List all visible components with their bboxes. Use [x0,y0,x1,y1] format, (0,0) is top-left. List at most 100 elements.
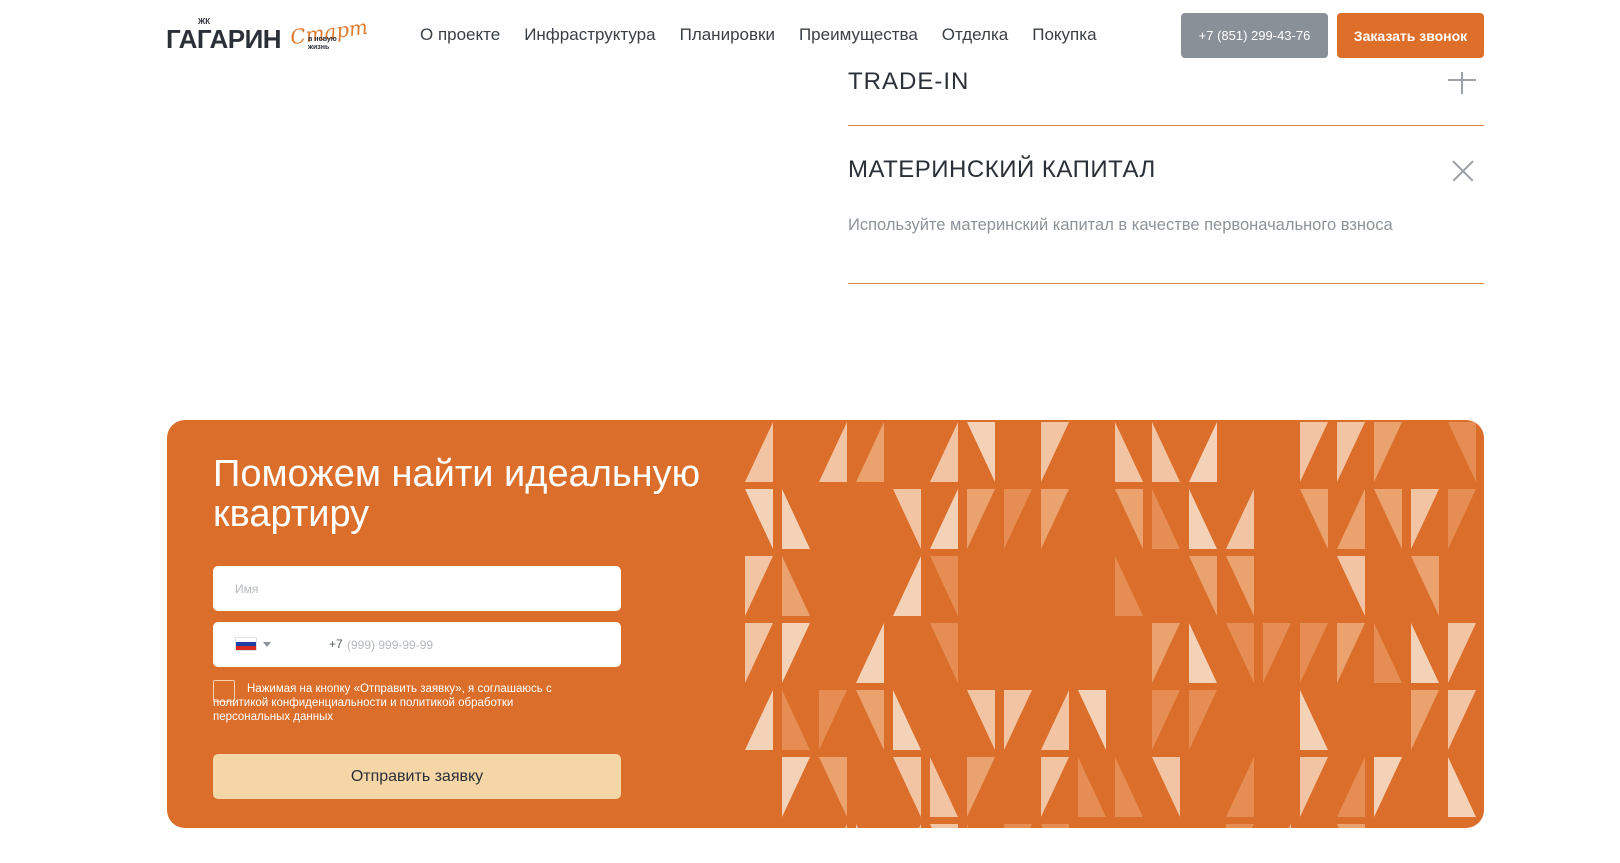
nav-item-about[interactable]: О проекте [420,25,500,45]
pattern-shape [1300,489,1328,549]
site-header: ЖК ГАГАРИН Старт в новую жизнь О проекте… [0,0,1620,72]
pattern-shape [745,623,773,683]
pattern-shape [1152,690,1180,750]
pattern-shape [930,623,958,683]
pattern-shape [1115,556,1143,616]
pattern-shape [1337,422,1365,482]
logo[interactable]: ЖК ГАГАРИН Старт в новую жизнь [166,15,369,58]
pattern-shape [1337,623,1365,683]
pattern-shape [1374,623,1402,683]
pattern-shape [1337,757,1365,817]
pattern-shape [1189,690,1217,750]
pattern-shape [1226,757,1254,817]
nav-item-finishing[interactable]: Отделка [942,25,1008,45]
pattern-shape [1152,422,1180,482]
pattern-shape [845,824,847,828]
lead-form-banner: Поможем найти идеальную квартиру +7 Нажи… [167,420,1484,828]
pattern-shape [1041,690,1069,750]
pattern-shape [1374,489,1402,549]
pattern-shape [1300,690,1328,750]
pattern-shape [745,690,773,750]
phone-code: +7 [329,637,343,651]
accordion-item-maternity-capital[interactable]: МАТЕРИНСКИЙ КАПИТАЛ Используйте материнс… [848,126,1484,284]
pattern-shape [1189,556,1217,616]
name-field[interactable] [213,566,621,611]
pattern-shape [1300,422,1328,482]
pattern-shape [893,489,921,549]
nav-item-advantages[interactable]: Преимущества [799,25,918,45]
pattern-shape [1115,489,1143,549]
pattern-shape [930,556,958,616]
consent-text: Нажимая на кнопку «Отправить заявку», я … [213,683,552,723]
close-icon[interactable] [1452,160,1474,182]
pattern-shape [1189,623,1217,683]
submit-button[interactable]: Отправить заявку [213,754,621,799]
pattern-shape [1300,757,1328,817]
pattern-shape [1374,757,1402,817]
pattern-shape [782,690,810,750]
pattern-shape [1041,824,1069,828]
pattern-shape [1411,623,1439,683]
pattern-shape [967,489,995,549]
pattern-shape [1152,623,1180,683]
phone-field[interactable]: +7 [213,622,621,667]
nav-item-infrastructure[interactable]: Инфраструктура [524,25,655,45]
pattern-shape [782,623,810,683]
pattern-shape [1004,690,1032,750]
name-input[interactable] [235,566,605,611]
nav-item-layouts[interactable]: Планировки [680,25,775,45]
phone-input[interactable] [347,622,607,667]
callback-button[interactable]: Заказать звонок [1337,13,1484,58]
pattern-shape [1004,489,1032,549]
pattern-shape [782,556,810,616]
chevron-down-icon[interactable] [263,642,271,647]
pattern-shape [967,757,995,817]
pattern-shape [782,489,810,549]
accordion-title: МАТЕРИНСКИЙ КАПИТАЛ [848,156,1156,183]
pattern-shape [893,757,921,817]
page: ЖК ГАГАРИН Старт в новую жизнь О проекте… [0,0,1620,863]
pattern-shape [1078,757,1106,817]
pattern-shape [1337,824,1365,828]
pattern-shape [856,623,884,683]
pattern-shape [1411,690,1439,750]
pattern-shape [1078,690,1106,750]
main-nav: О проекте Инфраструктура Планировки Преи… [420,25,1121,45]
pattern-shape [745,556,773,616]
pattern-shape [1004,824,1032,828]
pattern-shape [1448,489,1476,549]
logo-tagline: в новую жизнь [308,36,337,51]
pattern-shape [1448,422,1476,482]
pattern-shape [782,757,810,817]
pattern-shape [1189,422,1217,482]
pattern-shape [1448,690,1476,750]
nav-item-purchase[interactable]: Покупка [1032,25,1096,45]
pattern-shape [1115,757,1143,817]
flag-icon[interactable] [235,637,257,651]
pattern-shape [856,690,884,750]
pattern-shape [819,757,847,817]
pattern-shape [919,824,921,828]
pattern-shape [856,824,858,828]
pattern-shape [745,489,773,549]
pattern-shape [930,422,958,482]
pattern-shape [1337,489,1365,549]
pattern-shape [1411,556,1439,616]
pattern-shape [1263,623,1291,683]
accordion-description: Используйте материнский капитал в качест… [848,216,1393,234]
pattern-shape [967,824,969,828]
pattern-shape [1226,556,1254,616]
pattern-shape [819,690,847,750]
pattern-shape [1411,489,1439,549]
phone-button[interactable]: +7 (851) 299-43-76 [1181,13,1328,58]
pattern-shape [1041,757,1069,817]
pattern-shape [1152,757,1180,817]
pattern-shape [930,757,958,817]
pattern-shape [1289,824,1291,828]
pattern-shape [930,489,958,549]
pattern-shape [1374,422,1402,482]
pattern-shape [893,690,921,750]
pattern-shape [893,556,921,616]
accordion-title: TRADE-IN [848,68,970,95]
logo-name: ГАГАРИН [166,24,282,54]
